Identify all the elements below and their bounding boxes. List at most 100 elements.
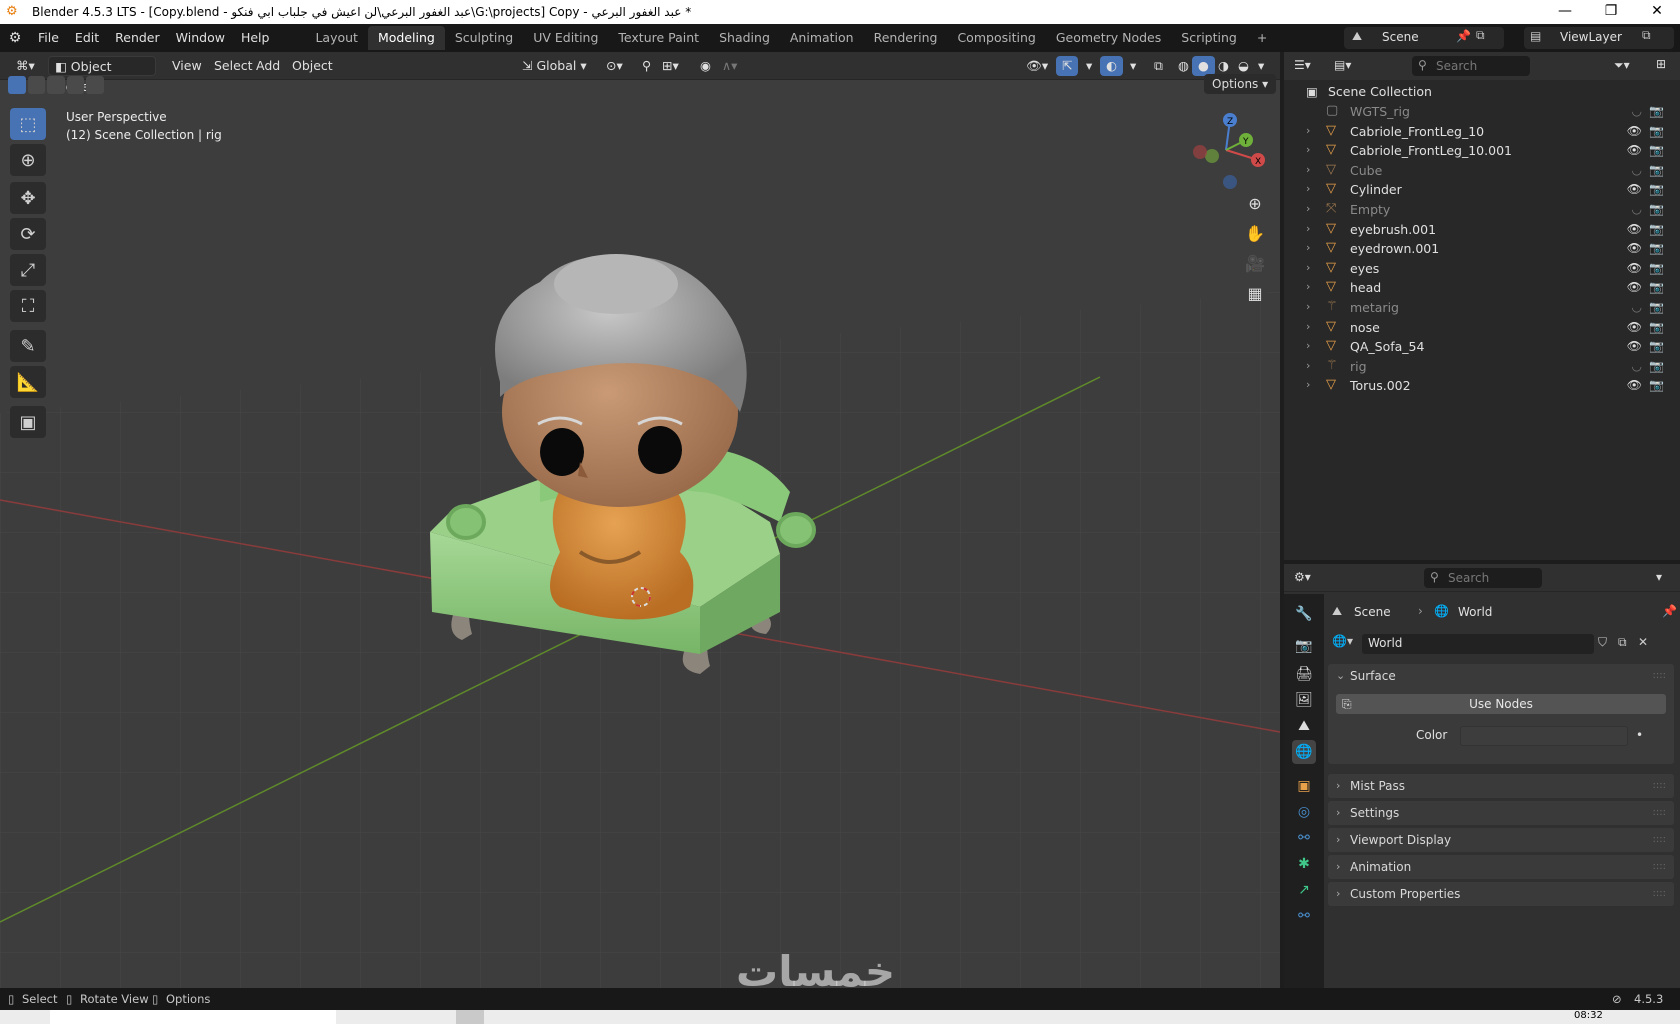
render-camera-icon[interactable]: 📷 [1649,241,1664,255]
outliner-item[interactable]: › ⚚ rig ◡ 📷 [1284,357,1680,377]
expand-chevron-icon[interactable]: › [1306,320,1310,333]
expand-chevron-icon[interactable]: › [1306,163,1310,176]
outliner-editor-icon[interactable]: ☰▾ [1294,58,1311,72]
transform-orientation-dropdown[interactable]: ⇲ Global ▾ [516,56,593,76]
drag-handle-icon[interactable]: :::: [1653,855,1666,879]
zoom-icon[interactable]: ⊕ [1242,194,1268,224]
visibility-eye-icon[interactable]: ◡ [1632,163,1642,177]
outliner-item[interactable]: ▢ WGTS_rig ◡ 📷 [1284,102,1680,122]
navigation-gizmo[interactable]: Z X Y [1186,110,1266,190]
visibility-eye-icon[interactable]: 👁 [1627,378,1642,392]
pin-icon[interactable]: 📌 [1456,29,1471,43]
transform-tool-icon[interactable]: ⛶ [10,290,46,322]
measure-tool-icon[interactable]: 📐 [10,366,46,398]
3d-viewport[interactable]: ⌘▾ ◧ Object Mode ▾ View Select Add Objec… [0,52,1280,988]
outliner-item[interactable]: › ▽ Cabriole_FrontLeg_10 👁 📷 [1284,122,1680,142]
breadcrumb-scene[interactable]: Scene [1354,605,1391,619]
snap-target-icon[interactable]: ⊞▾ [656,56,685,76]
chevron-down-icon[interactable]: ▾ [1656,570,1662,584]
overlay-dropdown-icon[interactable]: ▾ [1124,56,1142,76]
add-cube-tool-icon[interactable]: ▣ [10,406,46,438]
expand-chevron-icon[interactable]: › [1306,300,1310,313]
rotate-tool-icon[interactable]: ⟳ [10,218,46,250]
object-data-tab-icon[interactable]: ✱ [1292,852,1316,876]
tab-layout[interactable]: Layout [305,26,368,50]
unlink-world-icon[interactable]: ✕ [1638,635,1648,649]
visibility-icon[interactable]: 👁▾ [1020,56,1054,76]
object-tab-icon[interactable]: ▣ [1292,774,1316,798]
overlay-toggle-icon[interactable]: ◐ [1100,56,1123,76]
expand-chevron-icon[interactable]: › [1306,143,1310,156]
select-box-tool-icon[interactable]: ⬚ [10,108,46,140]
visibility-eye-icon[interactable]: 👁 [1627,280,1642,294]
color-keyframe-dot[interactable]: • [1636,728,1643,742]
editor-type-icon[interactable]: ⌘▾ [10,56,41,76]
outliner-item[interactable]: › ▽ Cylinder 👁 📷 [1284,180,1680,200]
settings-panel-header[interactable]: › Settings :::: [1328,801,1674,825]
display-mode-icon[interactable]: ▤▾ [1334,58,1351,72]
falloff-icon[interactable]: ∧▾ [716,56,743,76]
tab-animation[interactable]: Animation [780,26,864,50]
use-nodes-button[interactable]: ⎘ Use Nodes [1336,694,1666,714]
pan-hand-icon[interactable]: ✋ [1242,224,1268,254]
menu-object[interactable]: Object [286,56,339,76]
maximize-button[interactable]: ❐ [1588,0,1634,24]
breadcrumb-world[interactable]: World [1458,605,1492,619]
expand-chevron-icon[interactable]: › [1306,222,1310,235]
properties-search-input[interactable]: ⚲ Search [1424,568,1542,588]
custom-properties-panel-header[interactable]: › Custom Properties :::: [1328,882,1674,906]
render-camera-icon[interactable]: 📷 [1649,202,1664,216]
tab-sculpting[interactable]: Sculpting [445,26,523,50]
expand-chevron-icon[interactable]: › [1306,359,1310,372]
taskbar-search-box[interactable] [50,1010,336,1024]
annotate-tool-icon[interactable]: ✎ [10,330,46,362]
proportional-edit-icon[interactable]: ◉ [694,56,717,76]
visibility-eye-icon[interactable]: ◡ [1632,300,1642,314]
blender-menu-icon[interactable]: ⚙ [0,30,30,46]
tab-shading[interactable]: Shading [709,26,780,50]
expand-chevron-icon[interactable]: › [1306,261,1310,274]
physics-tab-icon[interactable]: ◎ [1292,800,1316,824]
outliner-root[interactable]: ▣ Scene Collection [1284,82,1680,102]
gizmo-toggle-icon[interactable]: ⇱ [1056,56,1079,76]
render-camera-icon[interactable]: 📷 [1649,182,1664,196]
outliner-item[interactable]: › ▽ nose 👁 📷 [1284,318,1680,338]
new-viewlayer-icon[interactable]: ⧉ [1642,28,1651,43]
menu-file[interactable]: File [30,27,67,49]
output-tab-icon[interactable]: 🖨 [1292,662,1316,686]
outliner-item[interactable]: › ⚚ metarig ◡ 📷 [1284,298,1680,318]
menu-help[interactable]: Help [233,27,278,49]
tab-scripting[interactable]: Scripting [1171,26,1247,50]
menu-window[interactable]: Window [168,27,233,49]
visibility-eye-icon[interactable]: ◡ [1632,202,1642,216]
fake-user-icon[interactable]: ⛉ [1598,635,1607,650]
visibility-eye-icon[interactable]: ◡ [1632,359,1642,373]
outliner-item[interactable]: › ▽ Cube ◡ 📷 [1284,161,1680,181]
render-camera-icon[interactable]: 📷 [1649,280,1664,294]
render-camera-icon[interactable]: 📷 [1649,163,1664,177]
pin-icon[interactable]: 📌 [1662,604,1677,618]
render-camera-icon[interactable]: 📷 [1649,378,1664,392]
drag-handle-icon[interactable]: :::: [1653,774,1666,798]
outliner-search-input[interactable]: ⚲ Search [1412,56,1530,76]
outliner-item[interactable]: › ▽ eyes 👁 📷 [1284,259,1680,279]
visibility-eye-icon[interactable]: 👁 [1627,339,1642,353]
pivot-icon[interactable]: ⊙▾ [600,56,629,76]
visibility-eye-icon[interactable]: ◡ [1632,104,1642,118]
outliner-item[interactable]: › ⤧ Empty ◡ 📷 [1284,200,1680,220]
tab-uv-editing[interactable]: UV Editing [523,26,608,50]
select-extend-icon[interactable] [27,76,46,94]
render-camera-icon[interactable]: 📷 [1649,124,1664,138]
xray-icon[interactable]: ⧉ [1148,56,1169,76]
shading-dropdown-icon[interactable]: ▾ [1252,56,1270,76]
select-subtract-icon[interactable] [47,76,65,94]
ortho-grid-icon[interactable]: ▦ [1242,284,1268,314]
expand-chevron-icon[interactable]: › [1306,241,1310,254]
visibility-eye-icon[interactable]: 👁 [1627,222,1642,236]
new-scene-icon[interactable]: ⧉ [1476,28,1485,43]
snap-icon[interactable]: ⚲ [636,56,657,76]
visibility-eye-icon[interactable]: 👁 [1627,320,1642,334]
expand-chevron-icon[interactable]: › [1306,339,1310,352]
surface-panel-header[interactable]: ⌄ Surface :::: [1328,664,1674,688]
outliner-item[interactable]: › ▽ QA_Sofa_54 👁 📷 [1284,337,1680,357]
